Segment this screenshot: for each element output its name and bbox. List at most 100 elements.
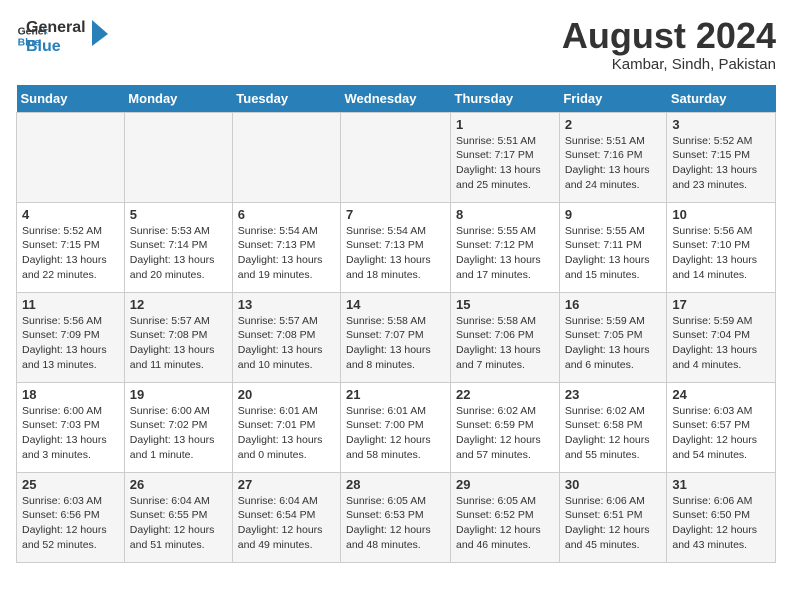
- day-number: 17: [672, 297, 770, 312]
- cell-content: Sunrise: 5:55 AM Sunset: 7:11 PM Dayligh…: [565, 224, 662, 283]
- day-number: 5: [130, 207, 227, 222]
- calendar-cell: 3Sunrise: 5:52 AM Sunset: 7:15 PM Daylig…: [667, 112, 776, 202]
- day-number: 26: [130, 477, 227, 492]
- calendar-cell: 22 Sunrise: 6:02 AM Sunset: 6:59 PM Dayli…: [451, 382, 560, 472]
- calendar-week-2: 4 Sunrise: 5:52 AM Sunset: 7:15 PM Daylig…: [17, 202, 776, 292]
- weekday-header-saturday: Saturday: [667, 85, 776, 113]
- cell-content: Sunrise: 5:57 AM Sunset: 7:08 PM Dayligh…: [238, 314, 335, 373]
- calendar-cell: 13 Sunrise: 5:57 AM Sunset: 7:08 PM Dayli…: [232, 292, 340, 382]
- day-number: 23: [565, 387, 662, 402]
- calendar-cell: [124, 112, 232, 202]
- day-number: 22: [456, 387, 554, 402]
- day-number: 31: [672, 477, 770, 492]
- day-number: 10: [672, 207, 770, 222]
- cell-content: Sunrise: 5:59 AM Sunset: 7:04 PM Dayligh…: [672, 314, 770, 373]
- cell-content: Sunrise: 6:05 AM Sunset: 6:52 PM Dayligh…: [456, 494, 554, 553]
- day-number: 20: [238, 387, 335, 402]
- calendar-cell: 1 Sunrise: 5:51 AM Sunset: 7:17 PM Daylig…: [451, 112, 560, 202]
- calendar-cell: 6 Sunrise: 5:54 AM Sunset: 7:13 PM Daylig…: [232, 202, 340, 292]
- day-number: 4: [22, 207, 119, 222]
- cell-content: Sunrise: 6:03 AM Sunset: 6:56 PM Dayligh…: [22, 494, 119, 553]
- calendar-cell: 16 Sunrise: 5:59 AM Sunset: 7:05 PM Dayli…: [559, 292, 667, 382]
- calendar-cell: 10 Sunrise: 5:56 AM Sunset: 7:10 PM Dayli…: [667, 202, 776, 292]
- calendar-week-4: 18 Sunrise: 6:00 AM Sunset: 7:03 PM Dayli…: [17, 382, 776, 472]
- day-number: 6: [238, 207, 335, 222]
- calendar-week-1: 1 Sunrise: 5:51 AM Sunset: 7:17 PM Daylig…: [17, 112, 776, 202]
- cell-content: Sunrise: 5:56 AM Sunset: 7:09 PM Dayligh…: [22, 314, 119, 373]
- day-number: 18: [22, 387, 119, 402]
- day-number: 30: [565, 477, 662, 492]
- calendar-cell: 21 Sunrise: 6:01 AM Sunset: 7:00 PM Dayli…: [341, 382, 451, 472]
- calendar-cell: 4 Sunrise: 5:52 AM Sunset: 7:15 PM Daylig…: [17, 202, 125, 292]
- calendar-cell: 30 Sunrise: 6:06 AM Sunset: 6:51 PM Dayli…: [559, 472, 667, 562]
- day-number: 16: [565, 297, 662, 312]
- calendar-cell: 2 Sunrise: 5:51 AM Sunset: 7:16 PM Daylig…: [559, 112, 667, 202]
- calendar-cell: 17 Sunrise: 5:59 AM Sunset: 7:04 PM Dayli…: [667, 292, 776, 382]
- cell-content: Sunrise: 6:04 AM Sunset: 6:55 PM Dayligh…: [130, 494, 227, 553]
- calendar-cell: 29 Sunrise: 6:05 AM Sunset: 6:52 PM Dayli…: [451, 472, 560, 562]
- calendar-cell: 24 Sunrise: 6:03 AM Sunset: 6:57 PM Dayli…: [667, 382, 776, 472]
- cell-content: Sunrise: 6:02 AM Sunset: 6:59 PM Dayligh…: [456, 404, 554, 463]
- calendar-cell: 31 Sunrise: 6:06 AM Sunset: 6:50 PM Dayli…: [667, 472, 776, 562]
- weekday-header-thursday: Thursday: [451, 85, 560, 113]
- cell-content: Sunrise: 5:51 AM Sunset: 7:17 PM Dayligh…: [456, 134, 554, 193]
- day-number: 14: [346, 297, 445, 312]
- calendar-week-3: 11Sunrise: 5:56 AM Sunset: 7:09 PM Dayli…: [17, 292, 776, 382]
- day-number: 2: [565, 117, 662, 132]
- calendar-cell: 11Sunrise: 5:56 AM Sunset: 7:09 PM Dayli…: [17, 292, 125, 382]
- calendar-cell: 27 Sunrise: 6:04 AM Sunset: 6:54 PM Dayli…: [232, 472, 340, 562]
- weekday-header-sunday: Sunday: [17, 85, 125, 113]
- logo-general: General: [26, 18, 86, 37]
- day-number: 24: [672, 387, 770, 402]
- calendar-cell: 28Sunrise: 6:05 AM Sunset: 6:53 PM Dayli…: [341, 472, 451, 562]
- cell-content: Sunrise: 5:51 AM Sunset: 7:16 PM Dayligh…: [565, 134, 662, 193]
- day-number: 15: [456, 297, 554, 312]
- cell-content: Sunrise: 5:54 AM Sunset: 7:13 PM Dayligh…: [238, 224, 335, 283]
- day-number: 27: [238, 477, 335, 492]
- calendar-table: SundayMondayTuesdayWednesdayThursdayFrid…: [16, 85, 776, 563]
- location-subtitle: Kambar, Sindh, Pakistan: [562, 56, 776, 73]
- day-number: 21: [346, 387, 445, 402]
- cell-content: Sunrise: 6:06 AM Sunset: 6:50 PM Dayligh…: [672, 494, 770, 553]
- logo-blue: Blue: [26, 37, 86, 56]
- calendar-cell: 25 Sunrise: 6:03 AM Sunset: 6:56 PM Dayli…: [17, 472, 125, 562]
- cell-content: Sunrise: 6:03 AM Sunset: 6:57 PM Dayligh…: [672, 404, 770, 463]
- cell-content: Sunrise: 6:01 AM Sunset: 7:00 PM Dayligh…: [346, 404, 445, 463]
- cell-content: Sunrise: 5:52 AM Sunset: 7:15 PM Dayligh…: [672, 134, 770, 193]
- day-number: 9: [565, 207, 662, 222]
- cell-content: Sunrise: 5:53 AM Sunset: 7:14 PM Dayligh…: [130, 224, 227, 283]
- calendar-cell: 19Sunrise: 6:00 AM Sunset: 7:02 PM Dayli…: [124, 382, 232, 472]
- calendar-week-5: 25 Sunrise: 6:03 AM Sunset: 6:56 PM Dayli…: [17, 472, 776, 562]
- cell-content: Sunrise: 6:06 AM Sunset: 6:51 PM Dayligh…: [565, 494, 662, 553]
- calendar-cell: 18 Sunrise: 6:00 AM Sunset: 7:03 PM Dayli…: [17, 382, 125, 472]
- cell-content: Sunrise: 5:56 AM Sunset: 7:10 PM Dayligh…: [672, 224, 770, 283]
- cell-content: Sunrise: 5:59 AM Sunset: 7:05 PM Dayligh…: [565, 314, 662, 373]
- month-year-title: August 2024: [562, 16, 776, 56]
- weekday-header-wednesday: Wednesday: [341, 85, 451, 113]
- calendar-cell: 7Sunrise: 5:54 AM Sunset: 7:13 PM Daylig…: [341, 202, 451, 292]
- day-number: 1: [456, 117, 554, 132]
- calendar-cell: [341, 112, 451, 202]
- day-number: 25: [22, 477, 119, 492]
- day-number: 29: [456, 477, 554, 492]
- title-block: August 2024 Kambar, Sindh, Pakistan: [562, 16, 776, 73]
- calendar-cell: [17, 112, 125, 202]
- cell-content: Sunrise: 6:01 AM Sunset: 7:01 PM Dayligh…: [238, 404, 335, 463]
- cell-content: Sunrise: 5:52 AM Sunset: 7:15 PM Dayligh…: [22, 224, 119, 283]
- calendar-cell: 26 Sunrise: 6:04 AM Sunset: 6:55 PM Dayli…: [124, 472, 232, 562]
- cell-content: Sunrise: 6:00 AM Sunset: 7:02 PM Dayligh…: [130, 404, 227, 463]
- day-number: 13: [238, 297, 335, 312]
- calendar-cell: 14Sunrise: 5:58 AM Sunset: 7:07 PM Dayli…: [341, 292, 451, 382]
- cell-content: Sunrise: 5:55 AM Sunset: 7:12 PM Dayligh…: [456, 224, 554, 283]
- cell-content: Sunrise: 6:04 AM Sunset: 6:54 PM Dayligh…: [238, 494, 335, 553]
- day-number: 28: [346, 477, 445, 492]
- calendar-cell: 23 Sunrise: 6:02 AM Sunset: 6:58 PM Dayli…: [559, 382, 667, 472]
- cell-content: Sunrise: 6:00 AM Sunset: 7:03 PM Dayligh…: [22, 404, 119, 463]
- calendar-cell: 20 Sunrise: 6:01 AM Sunset: 7:01 PM Dayli…: [232, 382, 340, 472]
- page-header: General Blue General Blue August 2024 Ka…: [16, 16, 776, 73]
- calendar-cell: 5 Sunrise: 5:53 AM Sunset: 7:14 PM Daylig…: [124, 202, 232, 292]
- logo: General Blue General Blue: [16, 16, 112, 56]
- weekday-header-friday: Friday: [559, 85, 667, 113]
- logo-arrow-icon: [92, 16, 112, 52]
- cell-content: Sunrise: 6:02 AM Sunset: 6:58 PM Dayligh…: [565, 404, 662, 463]
